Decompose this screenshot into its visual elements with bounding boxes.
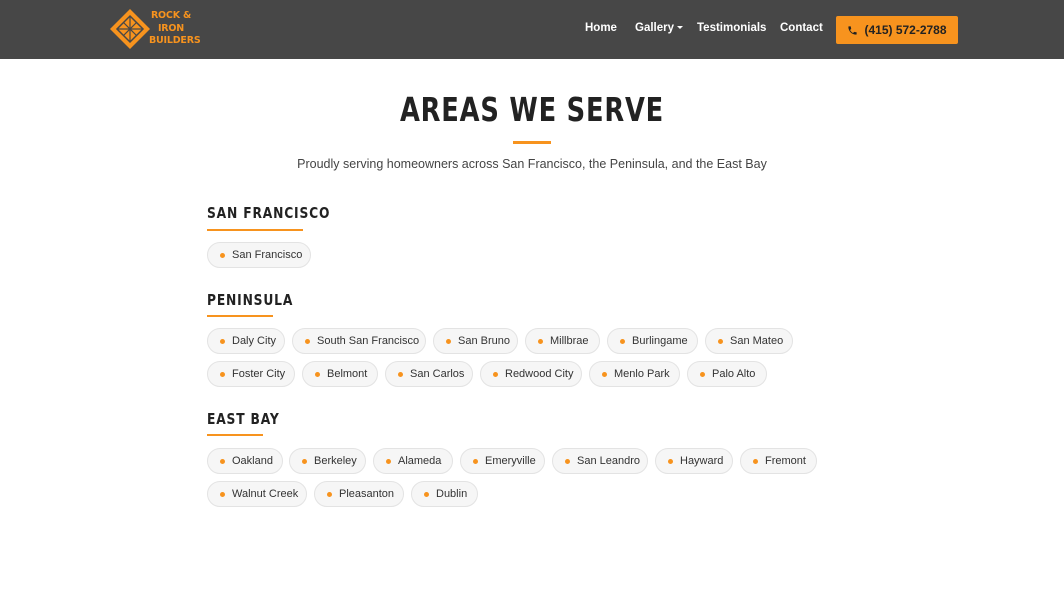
phone-icon xyxy=(848,25,858,35)
bullet-dot-icon xyxy=(753,458,758,464)
logo-text: ROCK & IRON BUILDERS xyxy=(149,10,201,46)
bullet-dot-icon xyxy=(220,371,225,377)
city-chip[interactable]: Oakland xyxy=(207,448,283,474)
region-underline xyxy=(207,229,303,231)
city-chip[interactable]: Daly City xyxy=(207,328,285,354)
logo-mark-icon xyxy=(110,9,150,49)
city-name: Foster City xyxy=(232,368,286,380)
bullet-dot-icon xyxy=(493,371,498,377)
city-name: Berkeley xyxy=(314,455,357,467)
bullet-dot-icon xyxy=(302,458,307,464)
city-chip[interactable]: San Leandro xyxy=(552,448,648,474)
region-title-peninsula: PENINSULA xyxy=(207,291,294,309)
city-chip[interactable]: Belmont xyxy=(302,361,378,387)
bullet-dot-icon xyxy=(565,458,570,464)
bullet-dot-icon xyxy=(424,491,429,497)
city-name: Dublin xyxy=(436,488,468,500)
city-chip[interactable]: Hayward xyxy=(655,448,733,474)
nav-gallery-label: Gallery xyxy=(635,22,674,34)
city-chip[interactable]: Redwood City xyxy=(480,361,582,387)
city-chip[interactable]: South San Francisco xyxy=(292,328,426,354)
bullet-dot-icon xyxy=(718,338,723,344)
bullet-dot-icon xyxy=(620,338,625,344)
bullet-dot-icon xyxy=(305,338,310,344)
city-name: San Carlos xyxy=(410,368,465,380)
city-name: Redwood City xyxy=(505,368,574,380)
city-chip[interactable]: Palo Alto xyxy=(687,361,767,387)
city-name: Walnut Creek xyxy=(232,488,299,500)
page-title: AREAS WE SERVE xyxy=(399,90,665,129)
city-chip[interactable]: San Carlos xyxy=(385,361,473,387)
bullet-dot-icon xyxy=(220,458,225,464)
nav-home[interactable]: Home xyxy=(585,22,617,34)
region-title-east-bay: EAST BAY xyxy=(207,410,280,428)
city-chip[interactable]: Emeryville xyxy=(460,448,545,474)
city-name: San Leandro xyxy=(577,455,640,467)
bullet-dot-icon xyxy=(668,458,673,464)
region-underline xyxy=(207,315,273,317)
city-chip[interactable]: Burlingame xyxy=(607,328,698,354)
city-chip[interactable]: San Bruno xyxy=(433,328,518,354)
city-name: Menlo Park xyxy=(614,368,670,380)
call-button-label: (415) 572-2788 xyxy=(864,23,947,37)
bullet-dot-icon xyxy=(538,338,543,344)
city-chip[interactable]: Alameda xyxy=(373,448,453,474)
page-subtitle: Proudly serving homeowners across San Fr… xyxy=(297,157,767,171)
city-chip[interactable]: Foster City xyxy=(207,361,295,387)
caret-down-icon xyxy=(677,26,683,29)
bullet-dot-icon xyxy=(327,491,332,497)
bullet-dot-icon xyxy=(220,491,225,497)
city-name: Oakland xyxy=(232,455,273,467)
bullet-dot-icon xyxy=(602,371,607,377)
nav-gallery[interactable]: Gallery xyxy=(635,22,683,34)
city-chip[interactable]: San Francisco xyxy=(207,242,311,268)
city-chip[interactable]: Fremont xyxy=(740,448,817,474)
city-chip[interactable]: Walnut Creek xyxy=(207,481,307,507)
city-name: Burlingame xyxy=(632,335,688,347)
region-title-san-francisco: SAN FRANCISCO xyxy=(207,204,331,222)
city-name: South San Francisco xyxy=(317,335,420,347)
city-name: Palo Alto xyxy=(712,368,756,380)
city-chip[interactable]: San Mateo xyxy=(705,328,793,354)
city-name: Hayward xyxy=(680,455,724,467)
city-name: Alameda xyxy=(398,455,442,467)
navbar: ROCK & IRON BUILDERS Home Gallery Testim… xyxy=(0,0,1064,59)
bullet-dot-icon xyxy=(220,338,225,344)
bullet-dot-icon xyxy=(386,458,391,464)
city-name: San Mateo xyxy=(730,335,784,347)
city-name: Fremont xyxy=(765,455,806,467)
bullet-dot-icon xyxy=(473,458,478,464)
city-name: Daly City xyxy=(232,335,277,347)
bullet-dot-icon xyxy=(700,371,705,377)
nav-testimonials[interactable]: Testimonials xyxy=(697,22,766,34)
bullet-dot-icon xyxy=(398,371,403,377)
city-name: Pleasanton xyxy=(339,488,395,500)
city-chip[interactable]: Millbrae xyxy=(525,328,600,354)
city-name: San Francisco xyxy=(232,249,303,261)
city-chip[interactable]: Menlo Park xyxy=(589,361,680,387)
city-name: San Bruno xyxy=(458,335,510,347)
call-button[interactable]: (415) 572-2788 xyxy=(836,16,958,44)
city-name: Emeryville xyxy=(485,455,536,467)
title-underline xyxy=(513,141,551,144)
logo[interactable]: ROCK & IRON BUILDERS xyxy=(108,7,201,51)
bullet-dot-icon xyxy=(446,338,451,344)
nav-contact[interactable]: Contact xyxy=(780,22,823,34)
city-chip[interactable]: Pleasanton xyxy=(314,481,404,507)
city-chip[interactable]: Berkeley xyxy=(289,448,366,474)
region-underline xyxy=(207,434,263,436)
city-name: Belmont xyxy=(327,368,368,380)
city-name: Millbrae xyxy=(550,335,589,347)
bullet-dot-icon xyxy=(315,371,320,377)
bullet-dot-icon xyxy=(220,252,225,258)
city-chip[interactable]: Dublin xyxy=(411,481,478,507)
